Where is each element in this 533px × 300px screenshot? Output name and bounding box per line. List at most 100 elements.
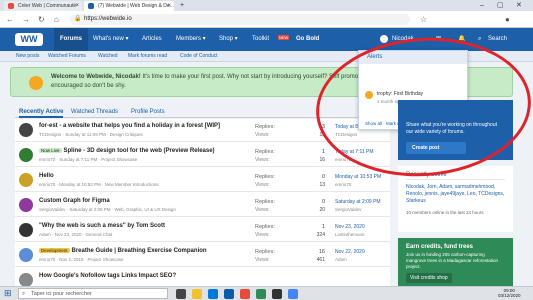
table-row[interactable]: Development Breathe Guide | Breathing Exe…	[15, 244, 390, 267]
replies-label: Replies:	[255, 174, 275, 180]
app-icon[interactable]	[240, 289, 250, 299]
site-logo[interactable]: WW	[15, 33, 43, 46]
thread-title-text: Custom Graph for Figma	[39, 198, 110, 204]
replies-label: Replies:	[255, 149, 275, 155]
table-row[interactable]: Hello emrio70 · Monday at 10:53 PM · New …	[15, 169, 390, 192]
maximize-icon[interactable]: ▢	[497, 0, 504, 11]
replies-count: 16	[318, 249, 325, 255]
close-window-icon[interactable]: ✕	[516, 0, 522, 11]
table-row[interactable]: "Why the web is such a mess" by Tom Scot…	[15, 219, 390, 242]
store-icon[interactable]	[224, 289, 234, 299]
subnav-watched[interactable]: Watched	[98, 51, 118, 62]
profile-icon[interactable]: ●	[505, 14, 510, 25]
url-field[interactable]: 🔒 https://webwide.io	[70, 14, 410, 25]
tab-profile-posts[interactable]: Profile Posts	[131, 106, 165, 118]
thread-title[interactable]: for-est - a website that helps you find …	[39, 123, 220, 129]
thread-title[interactable]: How Google's Nofollow tags Links Impact …	[39, 273, 176, 279]
last-post-date[interactable]: Nov 22, 2020	[335, 249, 365, 255]
browser-tab-2[interactable]: (7) Webwide | Web Design & De... ×	[84, 1, 174, 11]
thread-title[interactable]: Hello	[39, 173, 54, 179]
subnav-code-of-conduct[interactable]: Code of Conduct	[180, 51, 218, 62]
browser-tab-1[interactable]: Créer Web | Communauté ×	[4, 1, 82, 11]
last-post-user[interactable]: emrio70	[335, 182, 351, 187]
last-post-user[interactable]: SergioValdev	[335, 207, 361, 212]
clock[interactable]: 09:00 03/12/2020	[498, 288, 521, 298]
views-label: Views:	[255, 232, 270, 238]
browser-tab-bar: Créer Web | Communauté × (7) Webwide | W…	[0, 0, 533, 11]
search-icon: ⌕	[22, 291, 26, 297]
last-post-date[interactable]: Monday at 10:53 PM	[335, 174, 381, 180]
nav-toolkit[interactable]: Toolkit	[252, 28, 269, 51]
thread-title-text: Hello	[39, 173, 54, 179]
thread-meta: Adam · Nov 23, 2020 · General Chat	[39, 232, 113, 237]
subnav-new-posts[interactable]: New posts	[16, 51, 39, 62]
thread-prefix-badge[interactable]: Development	[39, 248, 70, 253]
credits-box: Earn credits, fund trees Join us in fund…	[398, 238, 513, 286]
replies-label: Replies:	[255, 199, 275, 205]
close-tab-icon[interactable]: ×	[75, 1, 79, 11]
file-explorer-icon[interactable]	[192, 289, 202, 299]
thread-meta: TCDesigns · Sunday at 11:09 PM · Design …	[39, 132, 143, 137]
edge-icon[interactable]	[208, 289, 218, 299]
tab-watched-threads[interactable]: Watched Threads	[71, 106, 118, 118]
views-count: 461	[316, 257, 325, 263]
last-post-user[interactable]: Lostinthemoon	[335, 232, 365, 237]
last-post-date[interactable]: Saturday at 2:09 PM	[335, 199, 381, 205]
table-row[interactable]: Custom Graph for Figma SergioValdev · Sat…	[15, 194, 390, 217]
last-post-user[interactable]: Adam	[335, 257, 347, 262]
views-label: Views:	[255, 182, 270, 188]
replies-count: 0	[321, 174, 325, 180]
home-icon[interactable]: ⌂	[54, 14, 59, 25]
refresh-icon[interactable]: ↻	[38, 14, 45, 25]
replies-label: Replies:	[255, 224, 275, 230]
thread-title-text: How Google's Nofollow tags Links Impact …	[39, 273, 177, 279]
last-post-date[interactable]: Nov 23, 2020	[335, 224, 365, 230]
nav-whats-new[interactable]: What's new ▾	[93, 28, 129, 51]
thread-title[interactable]: Custom Graph for Figma	[39, 198, 110, 204]
nav-members[interactable]: Members ▾	[176, 28, 206, 51]
close-tab-icon[interactable]: ×	[167, 1, 171, 11]
recent-users[interactable]: Nicodak, Jorn, Adam, sarmadmehmood, Reno…	[406, 184, 505, 205]
nav-forums[interactable]: Forums	[54, 28, 89, 51]
forward-icon[interactable]: →	[22, 14, 30, 25]
task-view-icon[interactable]	[176, 289, 186, 299]
replies-label: Replies:	[255, 249, 275, 255]
views-count: 16	[319, 157, 325, 163]
nav-go-bold[interactable]: Go Bold	[296, 28, 319, 51]
subnav-watched-forums[interactable]: Watched Forums	[48, 51, 86, 62]
views-label: Views:	[255, 132, 270, 138]
thread-title[interactable]: Development Breathe Guide | Breathing Exe…	[39, 248, 207, 254]
app-icon[interactable]	[272, 289, 282, 299]
thread-meta: emrio70 · Sunday at 7:11 PM · Project Sh…	[39, 157, 138, 162]
thread-meta: emrio70 · Monday at 10:53 PM · New Membe…	[39, 182, 159, 187]
address-bar-row: ← → ↻ ⌂ 🔒 https://webwide.io ☆ ●	[0, 11, 533, 28]
views-label: Views:	[255, 257, 270, 263]
new-tab-icon[interactable]: +	[180, 0, 184, 11]
avatar[interactable]	[19, 273, 33, 287]
star-icon[interactable]: ☆	[420, 14, 427, 25]
notice-icon	[29, 76, 43, 90]
tab-recently-active[interactable]: Recently Active	[19, 106, 64, 118]
nav-shop[interactable]: Shop ▾	[219, 28, 238, 51]
thread-title[interactable]: Now Live Spline - 3D design tool for the …	[39, 148, 215, 154]
replies-label: Replies:	[255, 124, 275, 130]
taskbar-search[interactable]: ⌕ Taper ici pour rechercher	[18, 288, 168, 299]
chrome-icon[interactable]	[288, 289, 298, 299]
avatar[interactable]	[19, 148, 33, 162]
nav-articles[interactable]: Articles	[142, 28, 162, 51]
subnav-mark-read[interactable]: Mark forums read	[128, 51, 167, 62]
thread-prefix-badge[interactable]: Now Live	[39, 148, 62, 153]
search-link[interactable]: Search	[488, 28, 507, 51]
windows-start-icon[interactable]: ⊞	[4, 288, 12, 299]
thread-title[interactable]: "Why the web is such a mess" by Tom Scot…	[39, 223, 165, 229]
avatar[interactable]	[19, 123, 33, 137]
app-icon[interactable]	[256, 289, 266, 299]
avatar[interactable]	[19, 223, 33, 237]
credits-shop-button[interactable]: Visit credits shop	[406, 273, 452, 283]
back-icon[interactable]: ←	[6, 14, 14, 25]
avatar[interactable]	[19, 173, 33, 187]
minimize-icon[interactable]: –	[480, 0, 484, 11]
avatar[interactable]	[19, 248, 33, 262]
avatar[interactable]	[19, 198, 33, 212]
online-count: 10 members online in the last 24 hours	[406, 210, 484, 215]
